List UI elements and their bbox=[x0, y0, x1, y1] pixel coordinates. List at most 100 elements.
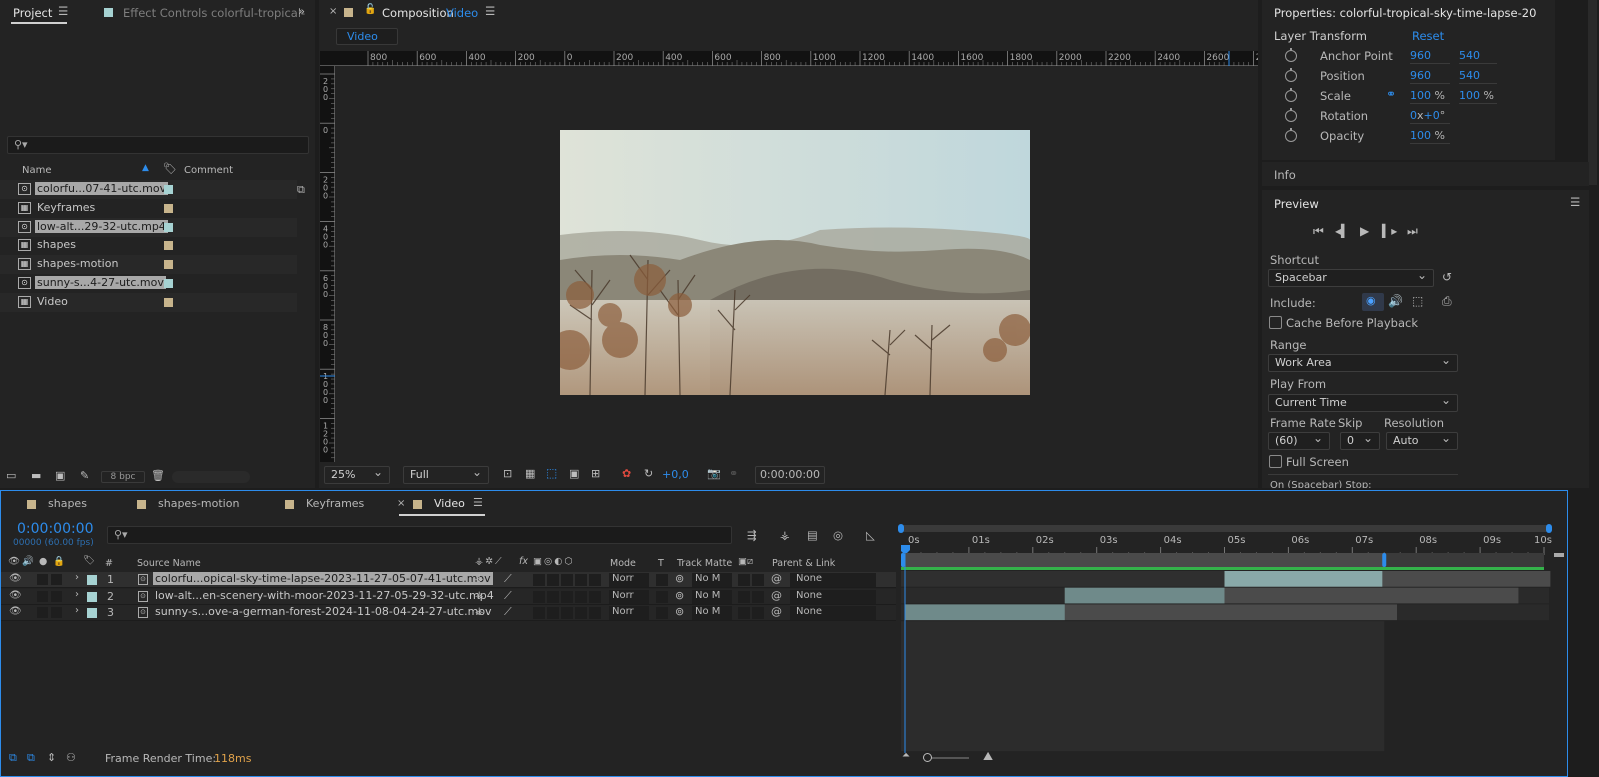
solo-box[interactable] bbox=[37, 607, 48, 619]
label-color-swatch[interactable] bbox=[164, 260, 173, 270]
project-item[interactable]: ▦ Video bbox=[0, 292, 297, 312]
position-stopwatch-icon[interactable] bbox=[1285, 68, 1297, 82]
resolution-dropdown-preview[interactable]: Auto bbox=[1386, 430, 1458, 450]
switch-box[interactable] bbox=[547, 574, 559, 586]
layer-label-color[interactable] bbox=[87, 575, 97, 585]
graph-editor-icon[interactable]: ◺ bbox=[866, 528, 875, 542]
close-tab-icon[interactable]: × bbox=[329, 6, 337, 17]
solo-box[interactable] bbox=[37, 574, 48, 585]
project-item[interactable]: ▦ shapes-motion bbox=[0, 255, 297, 275]
work-area-bar[interactable] bbox=[905, 553, 1385, 567]
anchor-y-value[interactable]: 540 bbox=[1459, 49, 1497, 64]
preserve-transparency-box[interactable] bbox=[656, 590, 668, 603]
switch-box[interactable] bbox=[547, 607, 559, 620]
matte-link-icon[interactable]: ⊚ bbox=[675, 605, 684, 618]
effect-controls-tab[interactable]: Effect Controls colorful-tropical- bbox=[123, 6, 305, 20]
switch-box[interactable] bbox=[589, 607, 601, 620]
label-color-swatch[interactable] bbox=[164, 222, 173, 232]
zoom-slider-thumb[interactable] bbox=[923, 753, 932, 762]
scale-x-value[interactable]: 100 % bbox=[1410, 89, 1450, 104]
time-navigator[interactable] bbox=[898, 524, 1552, 533]
comment-column-header[interactable]: Comment bbox=[184, 165, 233, 176]
lock-box[interactable] bbox=[51, 574, 62, 585]
label-color-swatch[interactable] bbox=[164, 279, 173, 288]
zoom-in-icon[interactable]: ⛰ bbox=[983, 749, 993, 764]
thumbnail-slider[interactable] bbox=[172, 471, 250, 483]
matte-box[interactable] bbox=[738, 590, 750, 603]
pick-whip-icon[interactable]: @ bbox=[771, 589, 782, 602]
reset-exposure-icon[interactable]: ↻ bbox=[644, 467, 653, 480]
frame-blending-icon[interactable]: ▤ bbox=[807, 528, 818, 542]
draft-3d-icon[interactable]: ⚶ bbox=[780, 528, 790, 542]
project-item[interactable]: ⊙ sunny-s...4-27-utc.mov bbox=[0, 274, 297, 293]
project-item[interactable]: ⊙ colorfu...07-41-utc.mov bbox=[0, 180, 297, 199]
switch-box[interactable] bbox=[533, 607, 545, 620]
mode-dropdown[interactable]: Norr bbox=[609, 573, 649, 587]
navigator-end-handle[interactable] bbox=[1546, 524, 1552, 533]
switch-box[interactable] bbox=[533, 590, 545, 603]
show-snapshot-icon[interactable]: ⚭ bbox=[729, 467, 738, 480]
anchor-x-value[interactable]: 960 bbox=[1410, 49, 1450, 64]
project-search-input[interactable]: ⚲▾ bbox=[7, 136, 309, 154]
switch-box[interactable] bbox=[589, 574, 601, 586]
anchor-stopwatch-icon[interactable] bbox=[1285, 48, 1297, 62]
expand-arrow-icon[interactable]: › bbox=[75, 605, 79, 616]
info-title[interactable]: Info bbox=[1274, 168, 1296, 182]
lock-box[interactable] bbox=[51, 607, 62, 619]
matte-box-2[interactable] bbox=[752, 607, 764, 620]
visibility-eye-icon[interactable]: 👁 bbox=[9, 573, 22, 584]
rotation-value[interactable]: 0x+0° bbox=[1410, 109, 1450, 124]
fast-preview-icon[interactable]: ⊡ bbox=[503, 467, 512, 480]
label-color-swatch[interactable] bbox=[164, 297, 173, 307]
skip-dropdown[interactable]: 0 bbox=[1340, 430, 1380, 450]
matte-box[interactable] bbox=[738, 574, 750, 586]
scale-y-value[interactable]: 100 % bbox=[1459, 89, 1497, 104]
snapshot-icon[interactable]: 📷 bbox=[707, 467, 721, 480]
transfer-controls-icon[interactable]: ⧉ bbox=[27, 751, 35, 765]
pick-whip-icon[interactable]: @ bbox=[771, 605, 782, 618]
layer-source-name[interactable]: low-alt...en-scenery-with-moor-2023-11-2… bbox=[153, 589, 496, 602]
layer-row[interactable]: 👁 › 1 ⊙ colorfu...opical-sky-time-lapse-2023… bbox=[1, 572, 896, 588]
composition-name[interactable]: Video bbox=[446, 6, 478, 20]
label-color-swatch[interactable] bbox=[164, 185, 173, 194]
collapse-switch-icon[interactable]: ⚶ bbox=[475, 573, 484, 584]
first-frame-icon[interactable]: ⏮ bbox=[1313, 224, 1324, 239]
constrain-link-icon[interactable]: ⚭ bbox=[1386, 87, 1396, 101]
layer-label-color[interactable] bbox=[87, 608, 97, 619]
reset-shortcut-icon[interactable]: ↺ bbox=[1442, 270, 1452, 284]
mode-dropdown[interactable]: Norr bbox=[609, 606, 649, 621]
quality-switch-icon[interactable]: ⟋ bbox=[504, 572, 512, 586]
region-of-interest-icon[interactable]: ▣ bbox=[569, 467, 579, 480]
comp-end-marker[interactable] bbox=[1554, 553, 1564, 557]
layer-source-name[interactable]: sunny-s...ove-a-german-forest-2024-11-08… bbox=[153, 605, 494, 618]
more-tabs-icon[interactable]: » bbox=[298, 4, 305, 18]
layer-active-bar[interactable] bbox=[905, 604, 1065, 621]
resolution-dropdown[interactable]: Full bbox=[403, 464, 489, 484]
mode-dropdown[interactable]: Norr bbox=[609, 589, 649, 604]
comp-panel-menu-icon[interactable]: ☰ bbox=[485, 4, 495, 18]
timeline-menu-icon[interactable]: ☰ bbox=[473, 496, 483, 509]
expand-arrow-icon[interactable]: › bbox=[75, 572, 79, 583]
preserve-transparency-box[interactable] bbox=[656, 574, 668, 586]
collapse-switch-icon[interactable]: ⚶ bbox=[475, 606, 484, 617]
matte-link-icon[interactable]: ⊚ bbox=[675, 589, 684, 602]
scale-stopwatch-icon[interactable] bbox=[1285, 88, 1297, 102]
next-frame-icon[interactable]: ▍▸ bbox=[1382, 224, 1397, 238]
grid-guides-icon[interactable]: ⊞ bbox=[591, 467, 600, 480]
layer-row[interactable]: 👁 › 2 ⊙ low-alt...en-scenery-with-moor-2023-… bbox=[1, 588, 896, 605]
panel-menu-icon[interactable]: ☰ bbox=[58, 4, 68, 18]
project-item[interactable]: ⊙ low-alt...29-32-utc.mp4 bbox=[0, 217, 297, 237]
properties-scrollbar[interactable] bbox=[1588, 0, 1597, 185]
pick-whip-icon[interactable]: @ bbox=[771, 572, 782, 585]
timeline-timecode[interactable]: 0:00:00:00 bbox=[17, 521, 94, 537]
project-item[interactable]: ▦ Keyframes bbox=[0, 199, 297, 218]
label-color-swatch[interactable] bbox=[164, 241, 173, 251]
opacity-value[interactable]: 100 % bbox=[1410, 129, 1450, 144]
include-overlays-icon[interactable]: ⬚ bbox=[1412, 294, 1423, 308]
switch-box[interactable] bbox=[561, 574, 573, 586]
timeline-search-input[interactable]: ⚲▾ bbox=[107, 526, 732, 544]
quality-switch-icon[interactable]: ⟋ bbox=[504, 589, 512, 603]
layer-label-color[interactable] bbox=[87, 591, 97, 602]
in-out-icon[interactable]: ⇕ bbox=[47, 751, 56, 764]
comp-view-tab[interactable]: Video bbox=[336, 28, 398, 45]
